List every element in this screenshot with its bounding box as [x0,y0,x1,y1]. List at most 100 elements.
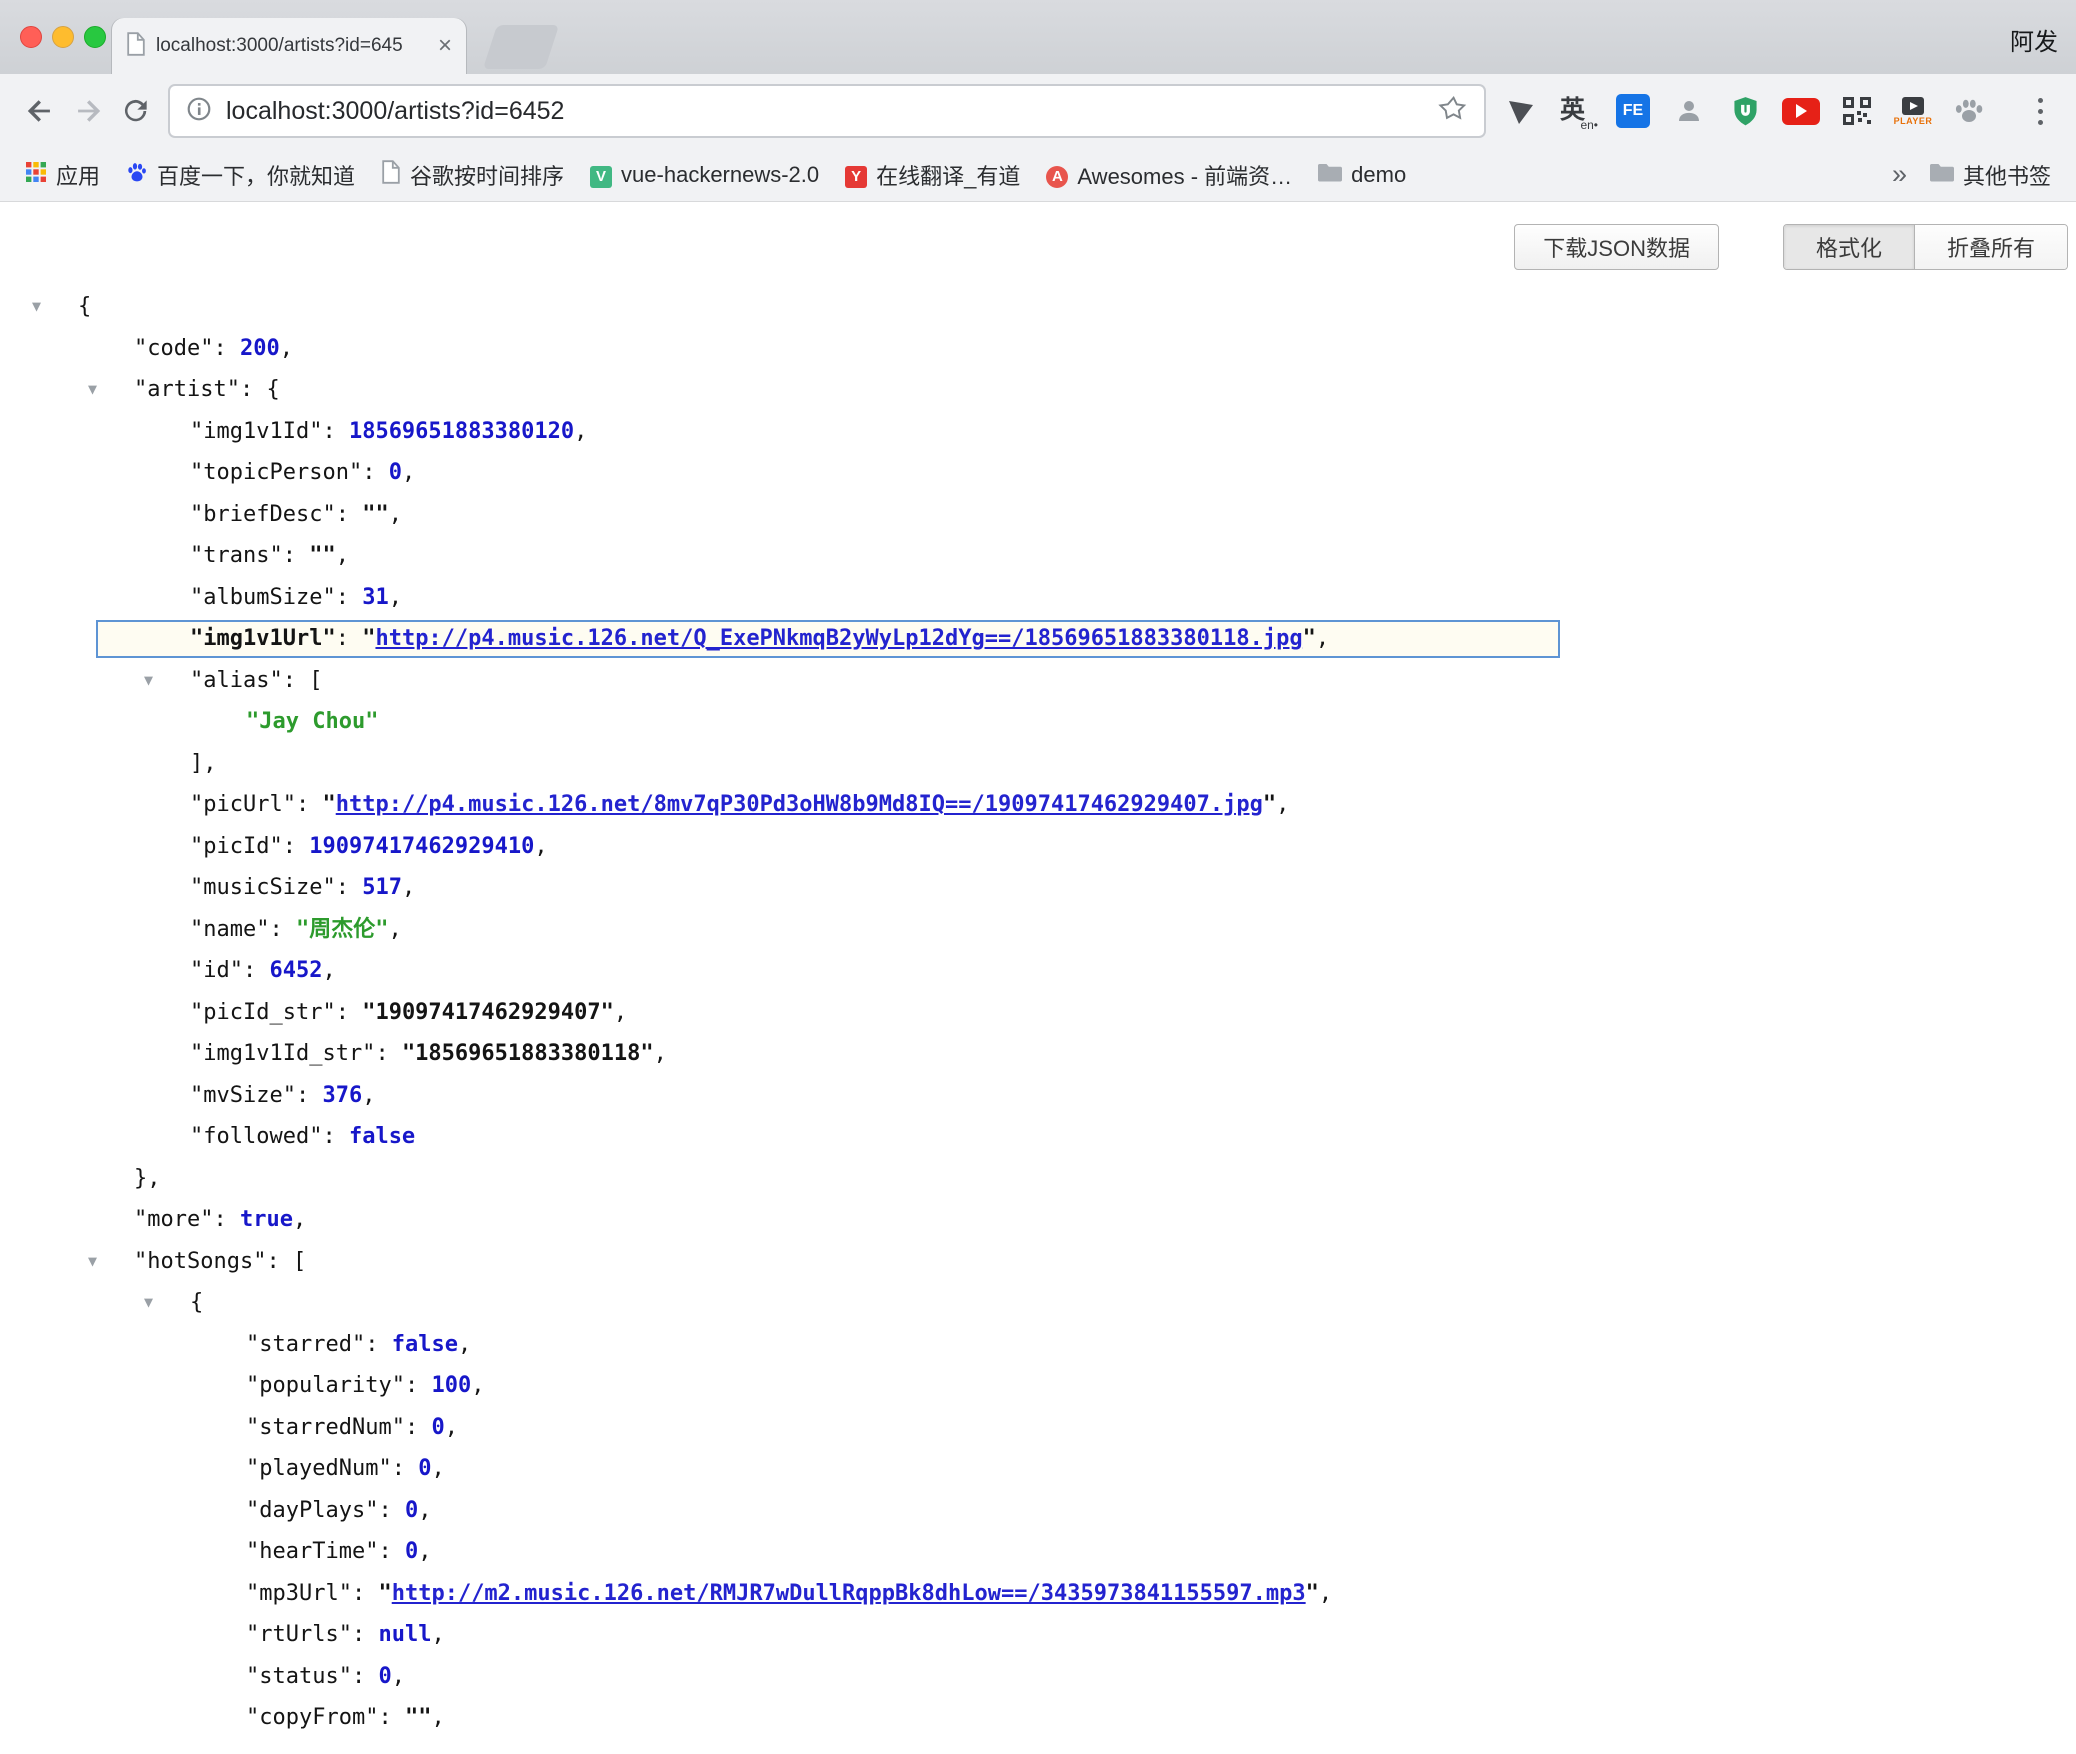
json-key: "picId" [190,834,283,859]
awesomes-icon: A [1046,161,1068,188]
download-json-button[interactable]: 下载JSON数据 [1514,224,1719,270]
json-url-link[interactable]: http://p4.music.126.net/8mv7qP30Pd3oHW8b… [336,792,1263,817]
json-comma: , [431,1622,444,1647]
profile-icon[interactable] [1666,88,1712,134]
shield-icon[interactable] [1722,88,1768,134]
paw-icon[interactable] [1946,88,1992,134]
json-key: "trans" [190,543,283,568]
page-info-icon[interactable] [186,96,212,127]
json-key: "rtUrls" [246,1622,352,1647]
reload-button[interactable] [112,87,160,135]
json-url-link[interactable]: http://m2.music.126.net/RMJR7wDullRqppBk… [392,1581,1306,1606]
json-value: 376 [322,1083,362,1108]
json-colon: : [336,626,363,651]
json-line: "picId_str": "19097417462929407", [0,992,2076,1034]
browser-tab[interactable]: localhost:3000/artists?id=645 × [112,18,466,74]
close-window-button[interactable] [20,26,42,48]
youtube-icon[interactable] [1778,88,1824,134]
collapse-toggle-icon[interactable]: ▼ [88,1241,97,1283]
json-colon: : [336,502,363,527]
collapse-toggle-icon[interactable]: ▼ [144,660,153,702]
json-line: "hearTime": 0, [0,1531,2076,1573]
fe-icon[interactable]: FE [1610,88,1656,134]
json-key: "briefDesc" [190,502,336,527]
json-key: "mvSize" [190,1083,296,1108]
bookmarks-bar: 应用百度一下，你就知道谷歌按时间排序Vvue-hackernews-2.0Y在线… [0,148,2076,202]
json-comma: , [362,1083,375,1108]
address-bar[interactable]: localhost:3000/artists?id=6452 [168,84,1486,138]
bookmark-vue[interactable]: Vvue-hackernews-2.0 [579,157,830,192]
json-url-link[interactable]: http://p4.music.126.net/Q_ExePNkmqB2yWyL… [375,626,1302,651]
tab-close-icon[interactable]: × [438,34,452,58]
json-comma: , [534,834,547,859]
json-line-highlighted: "img1v1Url": "http://p4.music.126.net/Q_… [0,618,2076,660]
minimize-window-button[interactable] [52,26,74,48]
json-value: 18569651883380120 [349,419,574,444]
json-colon: : [378,1539,405,1564]
vue-icon: V [590,161,612,188]
format-button[interactable]: 格式化 [1784,225,1914,269]
bookmarks-overflow-icon[interactable]: » [1880,159,1919,190]
forward-button[interactable] [64,87,112,135]
back-button[interactable] [16,87,64,135]
json-colon: : [240,377,267,402]
json-colon: : [336,1000,363,1025]
json-line: "starred": false, [0,1324,2076,1366]
json-line: }, [0,1158,2076,1200]
json-line: "name": "周杰伦", [0,909,2076,951]
json-key: "popularity" [246,1373,405,1398]
bookmark-awesomes[interactable]: AAwesomes - 前端资… [1035,155,1303,195]
collapse-toggle-icon[interactable]: ▼ [32,286,41,328]
json-value: "周杰伦" [296,917,389,942]
json-comma: , [392,1664,405,1689]
json-line: ▼{ [0,1282,2076,1324]
json-key: "starredNum" [246,1415,405,1440]
json-key: "name" [190,917,269,942]
json-key: "hotSongs" [134,1249,266,1274]
bookmark-other-bookmarks[interactable]: 其他书签 [1919,155,2062,195]
json-colon: : [378,1498,405,1523]
new-tab-button[interactable] [483,25,559,69]
json-comma: , [389,585,402,610]
qr-code-icon[interactable] [1834,88,1880,134]
bookmark-baidu[interactable]: 百度一下，你就知道 [115,155,366,195]
json-line: ▼"artist": { [0,369,2076,411]
chrome-menu-icon[interactable] [2020,88,2060,134]
json-comma: , [1319,1581,1332,1606]
json-key: "artist" [134,377,240,402]
json-colon: : [266,1249,293,1274]
collapse-toggle-icon[interactable]: ▼ [88,369,97,411]
collapse-all-button[interactable]: 折叠所有 [1914,225,2067,269]
json-value: 0 [378,1664,391,1689]
json-value: "19097417462929407" [362,1000,614,1025]
json-key: "copyFrom" [246,1705,378,1730]
bookmark-star-icon[interactable] [1438,94,1468,129]
json-bracket: { [78,294,91,319]
json-key: "code" [134,336,213,361]
bookmark-apps[interactable]: 应用 [14,155,111,195]
bookmark-folder[interactable]: demo [1307,158,1417,192]
json-colon: : [336,875,363,900]
json-value: 31 [362,585,389,610]
json-bracket: [ [309,668,322,693]
json-value: "18569651883380118" [402,1041,654,1066]
bookmark-page[interactable]: 谷歌按时间排序 [370,155,575,195]
json-colon: : [405,1373,432,1398]
vim-flag-icon[interactable] [1498,88,1544,134]
json-comma: , [445,1415,458,1440]
json-key: "starred" [246,1332,365,1357]
json-value: "" [405,1705,432,1730]
fullscreen-window-button[interactable] [84,26,106,48]
collapse-toggle-icon[interactable]: ▼ [144,1282,153,1324]
json-value: 0 [405,1498,418,1523]
bookmark-youdao[interactable]: Y在线翻译_有道 [834,155,1031,195]
json-comma: , [458,1332,471,1357]
json-comma: , [431,1705,444,1730]
translate-icon[interactable]: 英en• [1554,88,1600,134]
json-value: false [349,1124,415,1149]
json-key: "img1v1Id_str" [190,1041,375,1066]
json-bracket: ], [190,751,217,776]
player-icon[interactable]: PLAYER [1890,88,1936,134]
json-key: "hearTime" [246,1539,378,1564]
json-comma: , [418,1498,431,1523]
